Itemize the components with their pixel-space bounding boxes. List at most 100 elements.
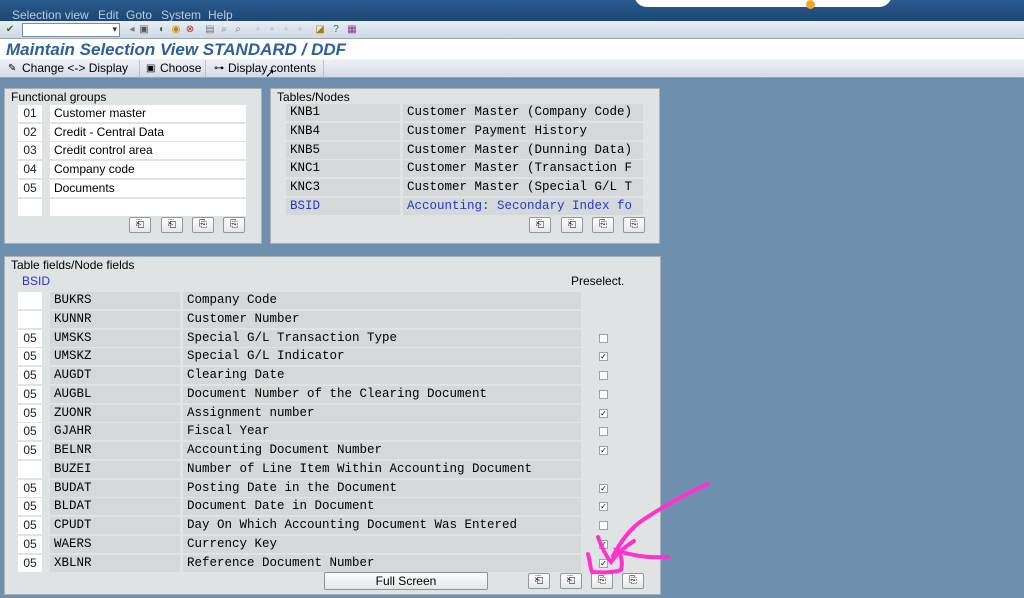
- command-field[interactable]: ▾: [22, 23, 120, 37]
- fg-prev-page-icon[interactable]: ⎗: [161, 217, 183, 233]
- enter-icon[interactable]: ✔: [4, 24, 16, 36]
- last-page-icon[interactable]: ▫: [294, 24, 306, 36]
- tn-row-name[interactable]: KNC3: [286, 179, 400, 197]
- tn-row-name[interactable]: KNB1: [286, 104, 400, 121]
- preselect-checkbox[interactable]: ✓: [599, 558, 608, 568]
- exit-icon[interactable]: ◉: [170, 24, 182, 36]
- application-toolbar: ✎ Change <-> Display ▣ Choose ⊶ Display …: [0, 59, 1024, 78]
- save-icon[interactable]: ▣: [138, 24, 150, 36]
- tn-row-description[interactable]: Customer Payment History: [403, 122, 643, 140]
- table-fields-tab[interactable]: Table fields/Node fields: [4, 256, 149, 273]
- print-icon[interactable]: ▤: [204, 24, 216, 36]
- fg-row-label[interactable]: Company code: [50, 161, 246, 179]
- fg-row-number[interactable]: 02: [18, 123, 42, 141]
- preselect-checkbox[interactable]: [599, 371, 608, 380]
- preselect-checkbox[interactable]: ✓: [599, 539, 608, 549]
- preselect-checkbox[interactable]: ✓: [599, 483, 608, 493]
- field-row-number[interactable]: [18, 460, 42, 478]
- field-row-number[interactable]: [18, 310, 42, 328]
- previous-page-icon[interactable]: ▫: [266, 24, 278, 36]
- field-row-number[interactable]: 05: [18, 385, 42, 403]
- tables-nodes-panel: Tables/Nodes KNB1 Customer Master (Compan…: [270, 88, 660, 244]
- fg-row-number[interactable]: 03: [18, 142, 42, 160]
- field-row-number[interactable]: 05: [18, 554, 42, 572]
- tn-next-page-icon[interactable]: ⎘: [592, 217, 614, 233]
- cancel-icon[interactable]: ⊗: [184, 24, 196, 36]
- fg-row-label[interactable]: Credit - Central Data: [50, 123, 246, 141]
- tn-row-description[interactable]: Customer Master (Special G/L T: [403, 179, 643, 197]
- tn-row-name[interactable]: KNC1: [286, 160, 400, 178]
- preselect-checkbox[interactable]: ✓: [599, 352, 608, 362]
- menu-selection-view[interactable]: Selection view: [12, 8, 89, 22]
- field-row-number[interactable]: 05: [18, 498, 42, 516]
- command-dropdown-icon[interactable]: ▾: [112, 24, 117, 35]
- field-row-name: BUDAT: [50, 479, 180, 497]
- field-row-number[interactable]: 05: [18, 442, 42, 459]
- full-screen-button[interactable]: Full Screen: [324, 572, 488, 590]
- fg-next-page-icon[interactable]: ⎘: [192, 217, 214, 233]
- field-row-number[interactable]: 05: [18, 479, 42, 497]
- menu-goto[interactable]: Goto: [126, 8, 152, 22]
- field-row-number[interactable]: 05: [18, 423, 42, 441]
- find-icon[interactable]: ⌕: [218, 24, 230, 36]
- field-row-number[interactable]: 05: [18, 535, 42, 553]
- tf-last-page-icon[interactable]: ⎘: [622, 573, 644, 589]
- fg-last-page-icon[interactable]: ⎘: [223, 217, 245, 233]
- field-row-name: BUZEI: [50, 460, 180, 478]
- field-row-number[interactable]: [18, 292, 42, 309]
- menu-help[interactable]: Help: [208, 8, 233, 22]
- tn-row-name[interactable]: KNB4: [286, 122, 400, 140]
- field-row-number[interactable]: 05: [18, 329, 42, 347]
- layout-icon[interactable]: ▦: [346, 24, 358, 36]
- back-icon[interactable]: ◐: [156, 24, 168, 36]
- preselect-checkbox[interactable]: ✓: [599, 408, 608, 418]
- fg-row-label[interactable]: Credit control area: [50, 142, 246, 160]
- tf-first-page-icon[interactable]: ⎗: [528, 573, 550, 589]
- tn-row-description[interactable]: Customer Master (Company Code): [403, 104, 643, 121]
- preselect-checkbox[interactable]: [599, 427, 608, 437]
- tn-first-page-icon[interactable]: ⎗: [529, 217, 551, 233]
- fg-row-label[interactable]: Documents: [50, 179, 246, 197]
- preselect-checkbox[interactable]: [599, 521, 608, 530]
- preselect-checkbox[interactable]: [599, 333, 608, 343]
- tn-row-description[interactable]: Customer Master (Transaction F: [403, 160, 643, 178]
- fg-row-label[interactable]: Customer master: [50, 105, 246, 122]
- preselect-checkbox[interactable]: ✓: [599, 446, 608, 455]
- tf-next-page-icon[interactable]: ⎘: [591, 573, 613, 589]
- first-page-icon[interactable]: ▫: [252, 24, 264, 36]
- field-row-number[interactable]: 05: [18, 367, 42, 384]
- field-row-name: AUGBL: [50, 385, 180, 403]
- preselect-checkbox[interactable]: [599, 389, 608, 399]
- fg-row-number[interactable]: [18, 198, 42, 216]
- tables-nodes-tab[interactable]: Tables/Nodes: [270, 88, 364, 105]
- pencil-glasses-icon: ✎: [8, 63, 17, 74]
- fg-first-page-icon[interactable]: ⎗: [129, 217, 151, 233]
- field-row-description: Day On Which Accounting Document Was Ent…: [183, 517, 581, 534]
- menu-system[interactable]: System: [161, 8, 201, 22]
- preselect-checkbox[interactable]: ✓: [599, 502, 608, 512]
- choose-button[interactable]: ▣ Choose: [142, 60, 206, 77]
- tn-row-name[interactable]: BSID: [286, 198, 400, 215]
- tn-prev-page-icon[interactable]: ⎗: [561, 217, 583, 233]
- field-row-number[interactable]: 05: [18, 348, 42, 366]
- fg-row-number[interactable]: 05: [18, 179, 42, 197]
- find-next-icon[interactable]: ⌕: [232, 24, 244, 36]
- tn-row-description[interactable]: Customer Master (Dunning Data): [403, 141, 643, 159]
- change-display-button[interactable]: ✎ Change <-> Display: [4, 60, 140, 77]
- menu-edit[interactable]: Edit: [98, 8, 119, 22]
- field-row-number[interactable]: 05: [18, 404, 42, 422]
- fg-row-number[interactable]: 04: [18, 161, 42, 179]
- fg-row-number[interactable]: 01: [18, 105, 42, 122]
- functional-groups-tab[interactable]: Functional groups: [4, 88, 121, 105]
- tn-row-name[interactable]: KNB5: [286, 141, 400, 159]
- back-small-icon[interactable]: ◂: [126, 24, 138, 36]
- tn-last-page-icon[interactable]: ⎘: [623, 217, 645, 233]
- next-page-icon[interactable]: ▫: [280, 24, 292, 36]
- create-session-icon[interactable]: ◪: [314, 24, 326, 36]
- tn-row-description[interactable]: Accounting: Secondary Index fo: [403, 198, 643, 215]
- tf-prev-page-icon[interactable]: ⎗: [560, 573, 582, 589]
- field-row-number[interactable]: 05: [18, 517, 42, 534]
- status-dot-icon: [806, 0, 815, 9]
- help-icon[interactable]: ?: [330, 24, 342, 36]
- fg-row-label[interactable]: [50, 198, 246, 216]
